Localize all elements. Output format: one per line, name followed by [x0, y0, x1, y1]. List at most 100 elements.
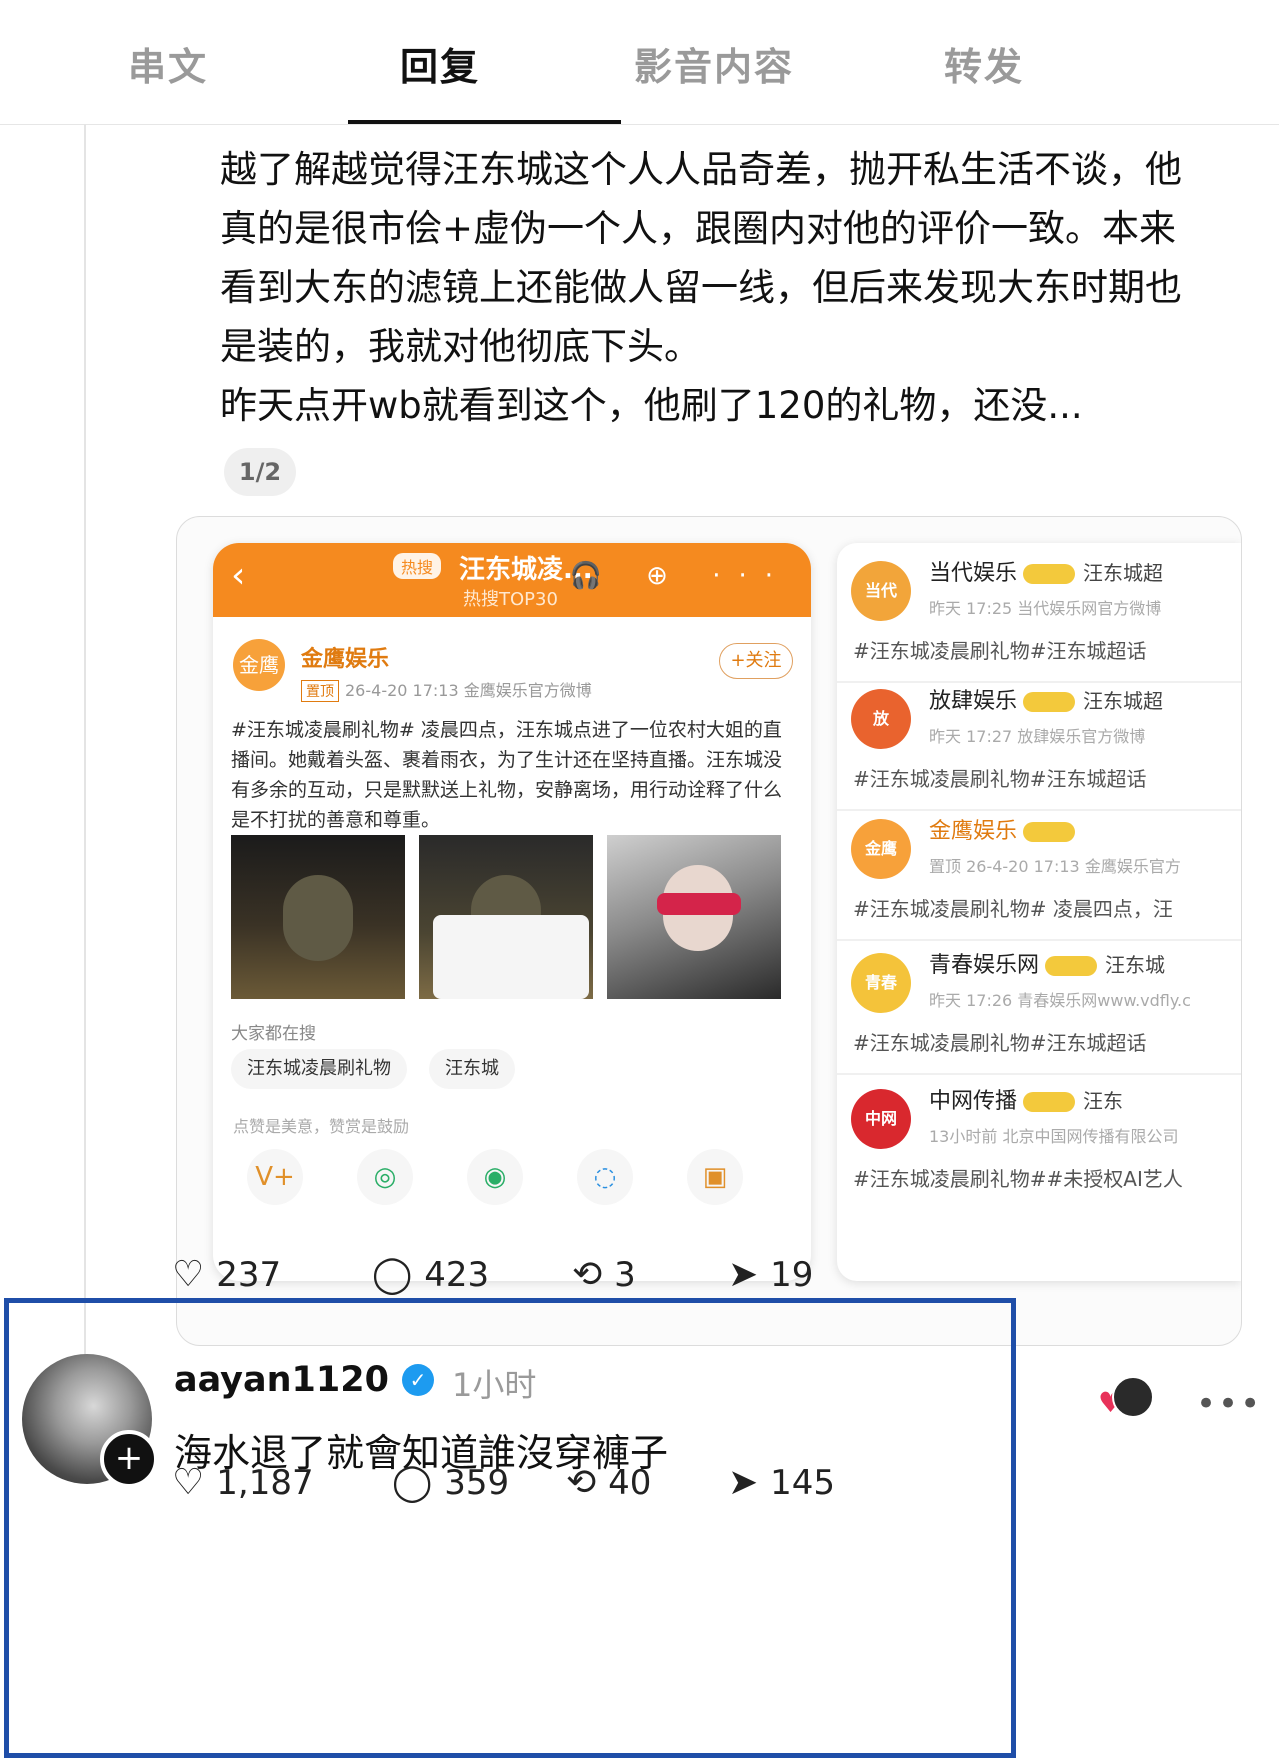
weibo-list-item: 中网 中网传播 汪东 13小时前 北京中国网传播有限公司 #汪东城凌晨刷礼物##未…: [837, 1071, 1241, 1209]
header-icons: 🎧 ⊕ ···: [569, 561, 791, 591]
supertopic-link: 汪东: [1083, 1089, 1124, 1113]
account-name-text: 当代娱乐: [929, 561, 1018, 586]
tab-media[interactable]: 影音内容: [634, 36, 794, 91]
like-note: 点赞是美意，赞赏是鼓励: [233, 1117, 410, 1136]
search-chip: 汪东城: [429, 1049, 515, 1089]
account-name-text: 放肆娱乐: [929, 689, 1018, 714]
tab-bar: 串文 回复 影音内容 转发: [0, 0, 1279, 125]
post-body: 越了解越觉得汪东城这个人人品奇差，抛开私生活不谈，他真的是很市侩+虚伪一个人，跟…: [220, 140, 1210, 435]
post-paragraph: 越了解越觉得汪东城这个人人品奇差，抛开私生活不谈，他真的是很市侩+虚伪一个人，跟…: [220, 148, 1182, 368]
account-meta: 13小时前 北京中国网传播有限公司: [929, 1127, 1179, 1146]
supertopic-link: 汪东城: [1105, 953, 1166, 977]
hashtag-line: #汪东城凌晨刷礼物# 凌晨四点，汪: [853, 897, 1173, 921]
supertopic-link: 汪东城超: [1083, 561, 1164, 585]
verified-badge-icon: ✓: [402, 1364, 434, 1396]
hot-search-pill: 热搜 汪东城凌...: [393, 549, 593, 585]
account-name: 青春娱乐网 汪东城: [929, 947, 1165, 979]
reply-like-count: 1,187: [216, 1463, 314, 1503]
hot-search-rank: 热搜TOP30: [463, 589, 558, 610]
weibo-account-row: 金鹰 金鹰娱乐 置顶 26-4-20 17:13 金鹰娱乐官方微博 +关注: [233, 639, 793, 723]
account-meta: 昨天 17:25 当代娱乐网官方微博: [929, 599, 1162, 618]
livestream-photo-1: [231, 835, 405, 999]
hashtag-line: #汪东城凌晨刷礼物##未授权AI艺人: [853, 1167, 1183, 1191]
weibo-screenshot-main[interactable]: ‹ 热搜 汪东城凌... 热搜TOP30 🎧 ⊕ ··· 金鹰 金鹰娱乐 置顶 2…: [213, 543, 811, 1281]
like-count: 237: [216, 1255, 282, 1295]
active-tab-indicator: [348, 120, 621, 124]
tab-reposts[interactable]: 转发: [944, 36, 1024, 91]
comment-icon: ◯: [392, 1462, 433, 1503]
post-media-carousel[interactable]: ‹ 热搜 汪东城凌... 热搜TOP30 🎧 ⊕ ··· 金鹰 金鹰娱乐 置顶 2…: [176, 516, 1242, 1346]
vip-badge: [1023, 1092, 1076, 1112]
tab-thread[interactable]: 串文: [128, 36, 208, 91]
comment-count: 423: [424, 1255, 490, 1295]
reply-comment-count: 359: [444, 1463, 510, 1503]
reply-action-bar: ♡ 1,187 ◯ 359 ⟲ 40 ➤ 145: [172, 1462, 932, 1532]
reply-comment-button[interactable]: ◯ 359: [392, 1462, 509, 1503]
image-page-indicator: 1/2: [224, 448, 296, 496]
account-name: 中网传播 汪东: [929, 1083, 1123, 1115]
account-name: 金鹰娱乐: [929, 813, 1076, 845]
weibo-header: ‹ 热搜 汪东城凌... 热搜TOP30 🎧 ⊕ ···: [213, 543, 811, 617]
gift-panel: [433, 915, 589, 999]
livestream-photo-2: [419, 835, 593, 999]
more-options-icon[interactable]: •••: [1196, 1384, 1262, 1424]
hashtag-line: #汪东城凌晨刷礼物#汪东城超话: [853, 767, 1147, 791]
trending-label: 大家都在搜: [231, 1024, 316, 1044]
weibo-image-grid: [231, 835, 795, 999]
follow-button: +关注: [719, 643, 793, 679]
account-meta: 置顶 26-4-20 17:13 金鹰娱乐官方微博: [301, 677, 592, 702]
heart-icon: ♡: [172, 1462, 205, 1503]
account-avatar: 当代: [851, 561, 911, 621]
reply-share-count: 145: [770, 1463, 836, 1503]
account-meta-text: 26-4-20 17:13 金鹰娱乐官方微博: [345, 681, 592, 700]
account-avatar: 中网: [851, 1089, 911, 1149]
send-icon: ➤: [728, 1254, 759, 1295]
portrait-photo: [607, 835, 781, 999]
like-button[interactable]: ♡ 237: [172, 1254, 281, 1295]
send-icon: ➤: [728, 1462, 759, 1503]
tab-replies[interactable]: 回复: [400, 36, 480, 91]
vip-badge: [1023, 822, 1076, 842]
qq-icon: ◌: [577, 1149, 633, 1205]
hot-badge: 热搜: [393, 553, 442, 579]
account-name: 放肆娱乐 汪东城超: [929, 683, 1163, 715]
reply-repost-button[interactable]: ⟲ 40: [566, 1462, 651, 1503]
reply-like-button[interactable]: ♡ 1,187: [172, 1462, 314, 1503]
comment-icon: ◯: [372, 1254, 413, 1295]
account-name: 金鹰娱乐: [301, 647, 390, 672]
account-meta: 置顶 26-4-20 17:13 金鹰娱乐官方: [929, 857, 1181, 876]
comment-button[interactable]: ◯ 423: [372, 1254, 489, 1295]
pinned-tag: 置顶: [301, 680, 339, 702]
repost-icon: ⟲: [566, 1462, 597, 1503]
vip-badge: [1023, 564, 1076, 584]
share-count: 19: [770, 1255, 814, 1295]
hashtag-line: #汪东城凌晨刷礼物#汪东城超话: [853, 1031, 1147, 1055]
back-icon: ‹: [231, 555, 246, 596]
account-avatar: 青春: [851, 953, 911, 1013]
repost-button[interactable]: ⟲ 3: [572, 1254, 636, 1295]
helmet-figure: [283, 875, 353, 961]
weibo-screenshot-list[interactable]: 当代 当代娱乐 汪东城超 昨天 17:25 当代娱乐网官方微博 #汪东城凌晨刷礼物…: [837, 543, 1241, 1281]
reply-share-button[interactable]: ➤ 145: [728, 1462, 835, 1503]
weibo-text: #汪东城凌晨刷礼物# 凌晨四点，汪东城点进了一位农村大姐的直播间。她戴着头盔、裹…: [231, 719, 783, 831]
reply-timestamp: 1小时: [452, 1366, 537, 1404]
vip-badge: [1045, 956, 1098, 976]
weibo-list-item: 当代 当代娱乐 汪东城超 昨天 17:25 当代娱乐网官方微博 #汪东城凌晨刷礼物…: [837, 543, 1241, 683]
wechat-icon: ◎: [357, 1149, 413, 1205]
thread-connector-line: [84, 124, 86, 1464]
post-paragraph[interactable]: 昨天点开wb就看到这个，他刷了120的礼物，还没...: [220, 376, 1210, 435]
account-avatar: 放: [851, 689, 911, 749]
save-image-icon: ▣: [687, 1149, 743, 1205]
account-name-text: 青春娱乐网: [929, 953, 1040, 978]
follow-plus-icon[interactable]: +: [100, 1430, 158, 1488]
moments-icon: ◉: [467, 1149, 523, 1205]
supertopic-link: 汪东城超: [1083, 689, 1164, 713]
account-name-text: 中网传播: [929, 1089, 1018, 1114]
share-button[interactable]: ➤ 19: [728, 1254, 813, 1295]
account-name: 当代娱乐 汪东城超: [929, 555, 1163, 587]
account-meta: 昨天 17:26 青春娱乐网www.vdfly.c: [929, 991, 1191, 1010]
hashtag-line: #汪东城凌晨刷礼物#汪东城超话: [853, 639, 1147, 663]
share-row: V+ ◎ ◉ ◌ ▣: [233, 1149, 793, 1209]
reply-username[interactable]: aayan1120: [174, 1360, 389, 1400]
account-avatar: 金鹰: [851, 819, 911, 879]
